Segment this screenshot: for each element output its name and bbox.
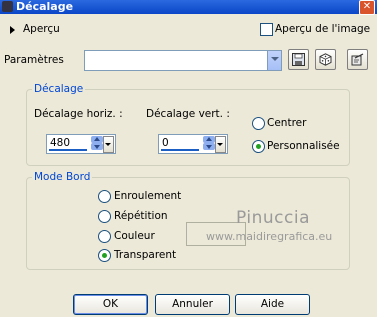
dice-icon [319, 53, 332, 66]
ok-button[interactable]: OK [73, 294, 148, 315]
spin-up-icon[interactable] [203, 136, 215, 143]
custom-radio-label[interactable]: Personnalisée [267, 140, 340, 152]
vert-offset-value[interactable]: 0 [162, 137, 169, 149]
image-preview-label[interactable]: Aperçu de l'image [275, 23, 370, 35]
horiz-offset-value[interactable]: 480 [50, 137, 70, 149]
vert-offset-spinner[interactable] [203, 136, 215, 150]
wrap-radio-label[interactable]: Enroulement [114, 190, 181, 202]
horiz-offset-underline [49, 149, 87, 151]
horiz-offset-input[interactable]: 480 [46, 134, 116, 154]
center-radio-label[interactable]: Centrer [267, 117, 306, 129]
vert-offset-input[interactable]: 0 [158, 134, 228, 154]
offset-group-legend: Décalage [32, 83, 86, 95]
spin-up-icon[interactable] [91, 136, 103, 143]
parameters-label: Paramètres [4, 54, 64, 66]
save-preset-button[interactable] [288, 49, 309, 70]
reset-button[interactable] [347, 49, 368, 70]
color-radio-label[interactable]: Couleur [114, 230, 155, 242]
transparent-radio-label[interactable]: Transparent [114, 249, 176, 261]
window-title: Décalage [16, 0, 74, 13]
app-icon [2, 1, 13, 12]
expand-preview-icon[interactable] [10, 26, 15, 34]
help-button[interactable]: Aide [235, 294, 310, 315]
randomize-button[interactable] [315, 49, 336, 70]
chevron-down-icon[interactable] [267, 51, 281, 70]
wrap-radio[interactable] [98, 190, 111, 203]
repeat-radio[interactable] [98, 210, 111, 223]
center-radio[interactable] [252, 117, 265, 130]
spin-down-icon[interactable] [91, 143, 103, 150]
cancel-button[interactable]: Annuler [155, 294, 230, 315]
image-preview-checkbox[interactable] [260, 23, 273, 36]
vert-offset-dropdown-icon[interactable] [215, 136, 226, 153]
vert-offset-underline [161, 149, 199, 151]
vert-offset-label: Décalage vert. : [146, 108, 230, 120]
watermark-name: Pinuccia [236, 208, 310, 228]
repeat-radio-label[interactable]: Répétition [114, 210, 168, 222]
horiz-offset-dropdown-icon[interactable] [103, 136, 114, 153]
edge-mode-legend: Mode Bord [32, 171, 93, 183]
title-bar: Décalage ✕ [0, 0, 377, 15]
custom-radio[interactable] [252, 140, 265, 153]
horiz-offset-spinner[interactable] [91, 136, 103, 150]
floppy-disk-icon [292, 53, 305, 66]
spin-down-icon[interactable] [203, 143, 215, 150]
reset-icon [351, 53, 364, 66]
watermark-url: www.maidiregrafica.eu [206, 230, 333, 243]
transparent-radio[interactable] [98, 249, 111, 262]
parameters-combobox[interactable] [84, 50, 282, 71]
close-button[interactable]: ✕ [359, 0, 375, 15]
preview-toggle-label[interactable]: Aperçu [23, 23, 60, 35]
horiz-offset-label: Décalage horiz. : [34, 108, 123, 120]
color-radio[interactable] [98, 230, 111, 243]
